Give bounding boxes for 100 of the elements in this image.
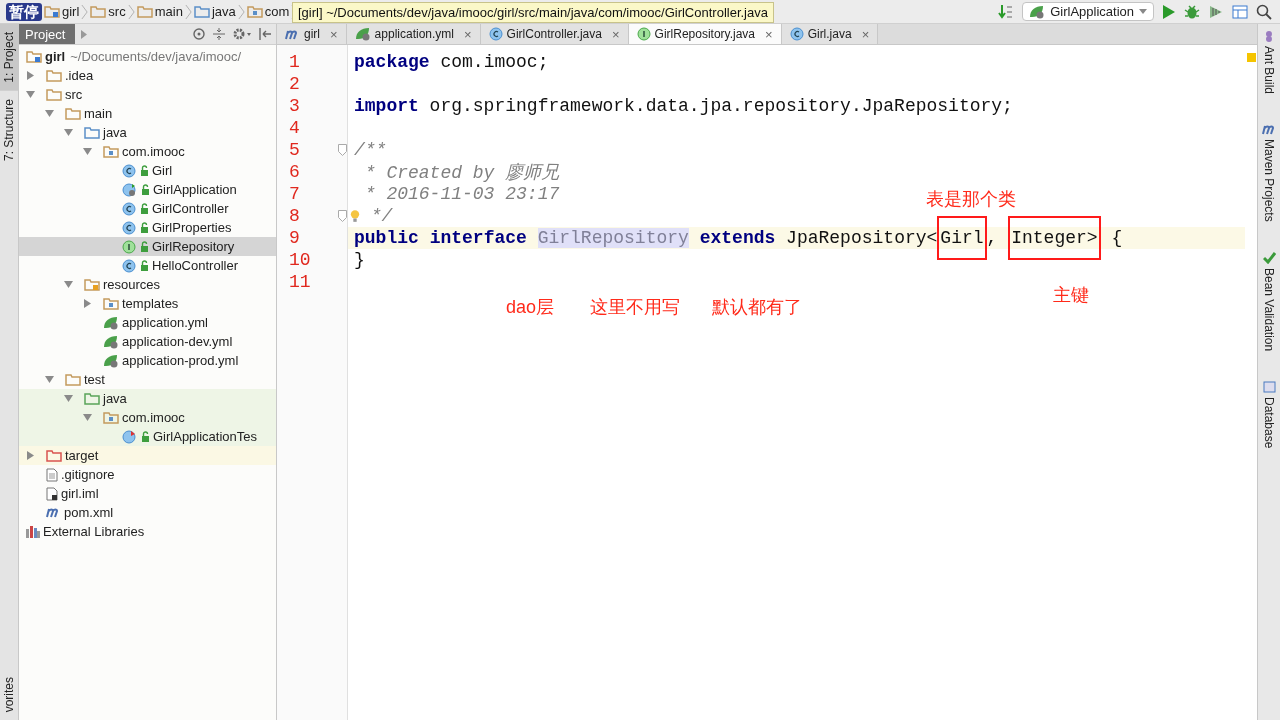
tree-item[interactable]: com.imooc (19, 408, 276, 427)
highlight-box: Integer> (1008, 216, 1101, 260)
tree-item[interactable]: HelloController (19, 256, 276, 275)
hide-panel-icon[interactable] (258, 27, 272, 41)
spring-leaf-icon (103, 315, 119, 330)
chevron-icon (81, 2, 89, 21)
expanded-arrow-icon[interactable] (64, 394, 73, 403)
tree-item-label: girl (45, 49, 66, 64)
tree-item[interactable]: External Libraries (19, 522, 276, 541)
collapse-icon[interactable] (212, 27, 226, 41)
sort-icon[interactable] (998, 3, 1015, 20)
tool-window-tab[interactable]: Ant Build (1262, 30, 1276, 95)
expanded-arrow-icon[interactable] (45, 375, 54, 384)
tree-item[interactable]: GirlController (19, 199, 276, 218)
project-structure-icon[interactable] (1232, 3, 1248, 20)
debug-icon[interactable] (1184, 3, 1200, 20)
class-icon (122, 201, 136, 216)
run-icon[interactable] (1162, 3, 1176, 20)
expanded-arrow-icon[interactable] (64, 280, 73, 289)
editor-tab[interactable]: application.yml × (346, 24, 481, 44)
database-icon (1262, 380, 1276, 393)
tab-label: Girl.java (807, 27, 852, 41)
breadcrumb[interactable]: girl (42, 4, 82, 19)
tree-item[interactable]: java (19, 389, 276, 408)
path-tooltip: [girl] ~/Documents/dev/java/imooc/girl/src/main/java/com/imooc/GirlController.java (292, 2, 774, 23)
collapsed-arrow-icon[interactable] (83, 299, 92, 308)
coverage-icon[interactable] (1208, 3, 1224, 20)
tree-item[interactable]: Girl (19, 161, 276, 180)
tab-label: GirlRepository.java (654, 27, 756, 41)
tree-item[interactable]: application-dev.yml (19, 332, 276, 351)
line-number: 6 (288, 162, 300, 182)
breadcrumb[interactable]: src (88, 4, 128, 19)
tool-window-tab[interactable]: vorites (0, 668, 18, 720)
tree-item[interactable]: GirlRepository (19, 237, 276, 256)
tree-item[interactable]: girl.iml (19, 484, 276, 503)
tree-item[interactable]: application-prod.yml (19, 351, 276, 370)
tree-item[interactable]: GirlProperties (19, 218, 276, 237)
run-configuration-dropdown[interactable]: GirlApplication (1022, 2, 1154, 21)
class-icon (122, 163, 136, 178)
annotation: 主键 (1053, 284, 1089, 307)
close-tab-button[interactable]: × (611, 26, 620, 42)
tree-item[interactable]: main (19, 104, 276, 123)
collapsed-arrow-icon[interactable] (26, 71, 35, 80)
editor-tab[interactable]: GirlRepository.java × (628, 24, 782, 44)
package-icon (103, 145, 119, 158)
tree-item[interactable]: GirlApplicationTes (19, 427, 276, 446)
tree-item[interactable]: girl ~/Documents/dev/java/imooc/ (19, 47, 276, 66)
editor-tab[interactable]: Girl.java × (781, 24, 879, 44)
tool-window-tab[interactable]: 7: Structure (0, 90, 18, 169)
close-tab-button[interactable]: × (464, 26, 472, 42)
tree-item-label: application-dev.yml (122, 334, 233, 349)
expand-arrow-icon[interactable] (81, 29, 88, 39)
expanded-arrow-icon[interactable] (45, 109, 54, 118)
tool-window-tab[interactable]: 1: Project (0, 24, 18, 91)
tree-item[interactable]: templates (19, 294, 276, 313)
maven-icon (1261, 124, 1277, 136)
locate-icon[interactable] (192, 27, 206, 41)
chevron-icon (127, 2, 135, 21)
breadcrumb[interactable]: main (134, 4, 185, 19)
tool-window-tab[interactable]: Bean Validation (1262, 251, 1276, 351)
tree-item-label: pom.xml (64, 505, 114, 520)
close-tab-button[interactable]: × (861, 26, 870, 42)
search-icon[interactable] (1256, 3, 1272, 20)
expanded-arrow-icon[interactable] (83, 147, 92, 156)
expanded-arrow-icon[interactable] (26, 90, 35, 99)
editor-tab[interactable]: GirlController.java × (480, 24, 629, 44)
close-tab-button[interactable]: × (765, 26, 773, 42)
breadcrumb[interactable]: java (191, 4, 238, 19)
tree-item[interactable]: .idea (19, 66, 276, 85)
tool-window-tab[interactable]: Database (1262, 380, 1276, 449)
tree-item[interactable]: application.yml (19, 313, 276, 332)
breadcrumb[interactable]: com (244, 4, 292, 19)
tree-item[interactable]: resources (19, 275, 276, 294)
tree-item-label: com.imooc (122, 410, 185, 425)
tree-item[interactable]: .gitignore (19, 465, 276, 484)
settings-icon[interactable] (232, 27, 252, 41)
expanded-arrow-icon[interactable] (83, 413, 92, 422)
tool-window-tab[interactable]: Maven Projects (1261, 124, 1277, 222)
close-tab-button[interactable]: × (330, 26, 338, 42)
code-line: import org.springframework.data.jpa.repository.JpaRepository; (354, 96, 1013, 116)
fold-icon[interactable] (338, 210, 347, 222)
lightbulb-icon[interactable] (350, 208, 360, 224)
editor-tab[interactable]: girl × (277, 24, 347, 44)
tree-item[interactable]: target (19, 446, 276, 465)
tree-item-label: main (84, 106, 113, 121)
tree-item[interactable]: GirlApplication (19, 180, 276, 199)
tree-item[interactable]: test (19, 370, 276, 389)
fold-icon[interactable] (338, 144, 347, 156)
chevron-icon (237, 2, 245, 21)
line-number: 3 (288, 96, 300, 116)
tree-item[interactable]: src (19, 85, 276, 104)
tree-item[interactable]: pom.xml (19, 503, 276, 522)
line-number: 5 (288, 140, 300, 160)
collapsed-arrow-icon[interactable] (26, 451, 35, 460)
project-view-button[interactable]: Project (19, 24, 76, 44)
caret-icon (1139, 9, 1147, 14)
tree-item[interactable]: com.imooc (19, 142, 276, 161)
interface-icon (636, 27, 651, 41)
expanded-arrow-icon[interactable] (64, 128, 73, 137)
tree-item[interactable]: java (19, 123, 276, 142)
